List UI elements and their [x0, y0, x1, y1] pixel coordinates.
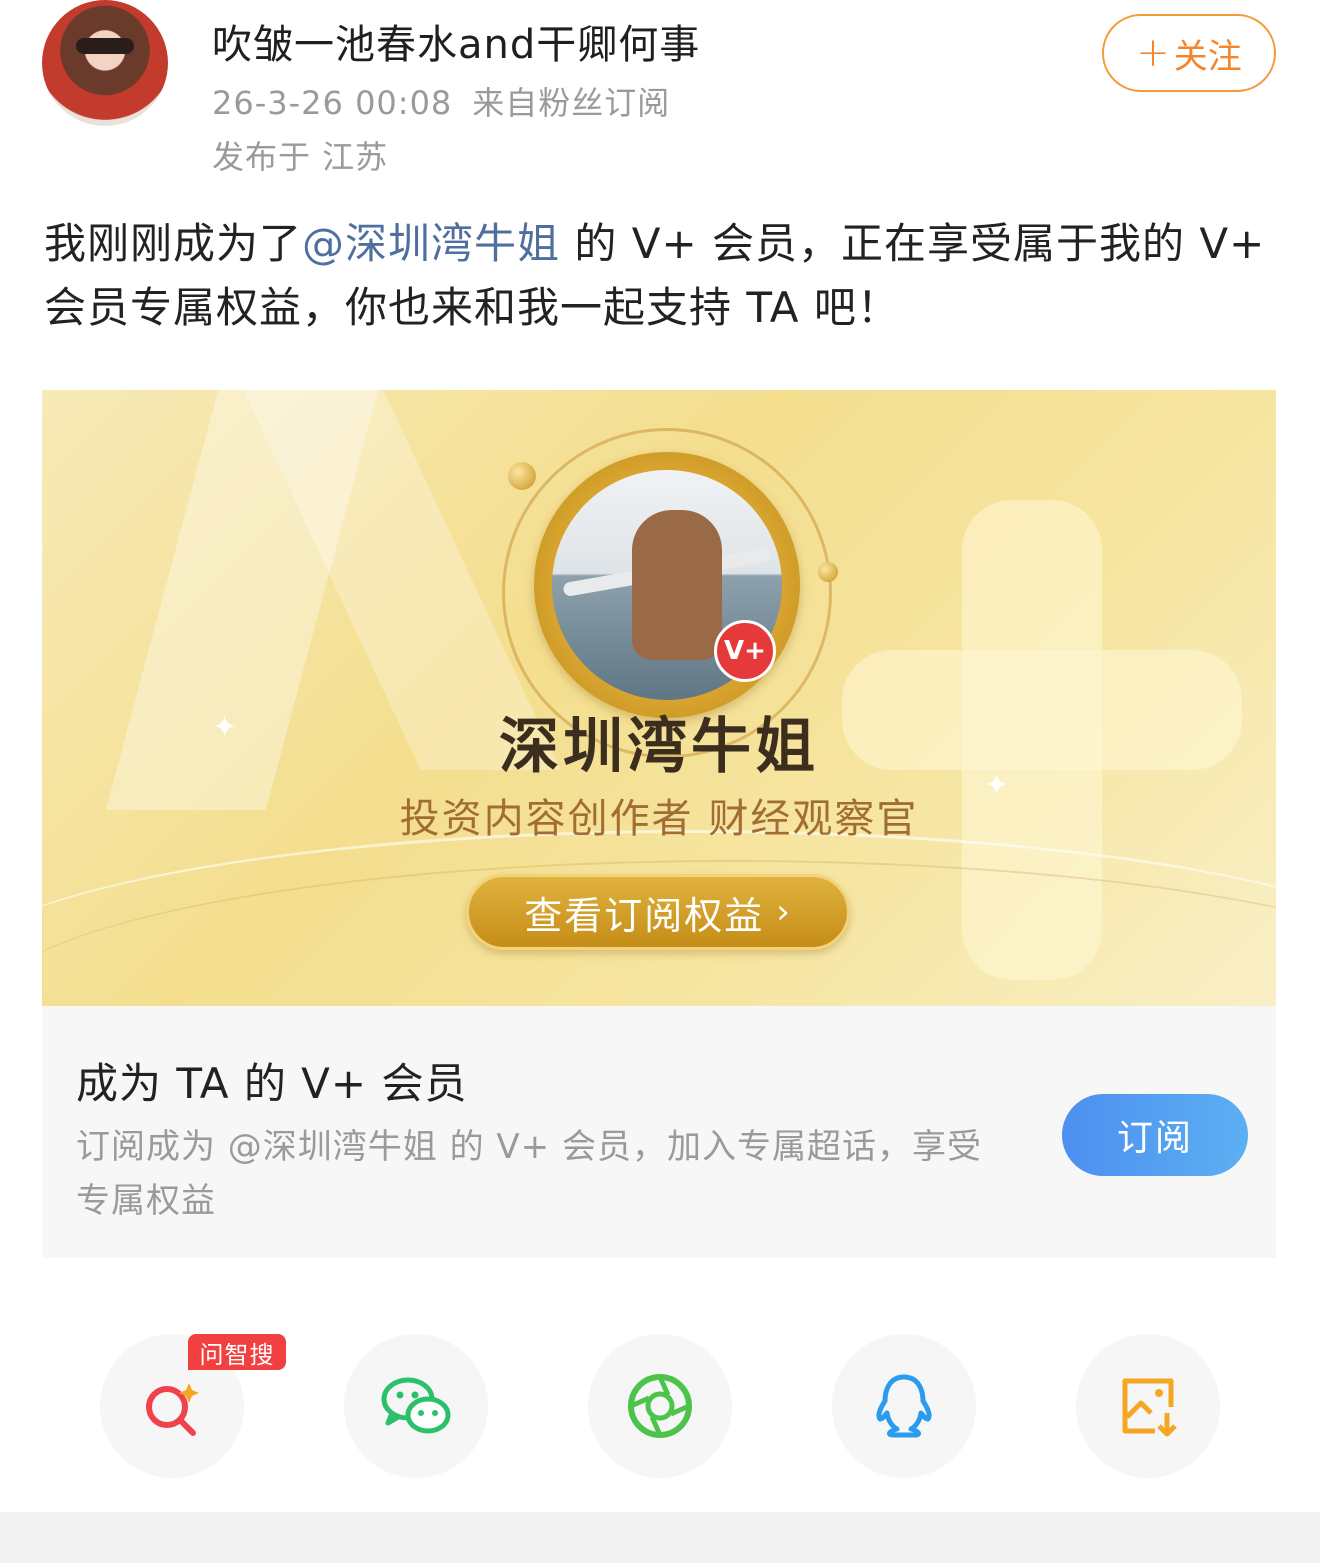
share-wechat[interactable] — [344, 1334, 488, 1478]
ai-search-badge: 问智搜 — [188, 1334, 286, 1370]
gold-orb-decor — [508, 462, 536, 490]
photo-figure — [632, 510, 722, 660]
subscribe-button[interactable]: 订阅 — [1062, 1094, 1248, 1176]
plus-icon: + — [1136, 30, 1170, 76]
vplus-card-info[interactable]: 成为 TA 的 V+ 会员 订阅成为 @深圳湾牛姐 的 V+ 会员，加入专属超话… — [42, 1006, 1276, 1258]
creator-name: 深圳湾牛姐 — [499, 712, 819, 782]
post-source: 来自粉丝订阅 — [472, 84, 671, 122]
chevron-right-icon: › — [776, 892, 792, 932]
card-title: 成为 TA 的 V+ 会员 — [76, 1059, 468, 1108]
user-avatar[interactable] — [42, 0, 168, 126]
mention-link[interactable]: @深圳湾牛姐 — [302, 219, 560, 268]
gold-orb-decor — [818, 562, 838, 582]
share-moments[interactable] — [588, 1334, 732, 1478]
username[interactable]: 吹皱一池春水and干卿何事 — [212, 12, 700, 70]
post-timestamp: 26-3-26 00:08 — [212, 84, 453, 122]
wechat-icon — [381, 1377, 451, 1434]
vplus-banner[interactable]: ✦ ✦ V+ 深圳湾牛姐 投资内容创作者 财经观察官 查看订阅权益 › — [42, 390, 1276, 1006]
follow-button[interactable]: + 关注 — [1102, 14, 1276, 92]
post-meta: 26-3-26 00:08 来自粉丝订阅 — [212, 78, 670, 124]
avatar-sunglasses — [76, 38, 134, 54]
post-text-before: 我刚刚成为了 — [44, 219, 303, 268]
qq-icon — [876, 1374, 932, 1438]
ai-search-icon — [146, 1383, 199, 1436]
share-save-image[interactable] — [1076, 1334, 1220, 1478]
creator-tags: 投资内容创作者 财经观察官 — [399, 796, 919, 842]
save-image-icon — [1122, 1378, 1177, 1437]
bottom-bar — [0, 1512, 1320, 1563]
view-benefits-label: 查看订阅权益 — [524, 893, 765, 938]
view-benefits-button[interactable]: 查看订阅权益 › — [466, 874, 850, 950]
share-qq[interactable] — [832, 1334, 976, 1478]
moments-icon — [628, 1374, 692, 1438]
vplus-badge-icon: V+ — [714, 620, 776, 682]
follow-label: 关注 — [1173, 36, 1242, 77]
post-location: 发布于 江苏 — [212, 138, 389, 176]
post-text: 我刚刚成为了@深圳湾牛姐 的 V+ 会员，正在享受属于我的 V+ 会员专属权益，… — [44, 212, 1284, 340]
card-description: 订阅成为 @深圳湾牛姐 的 V+ 会员，加入专属超话，享受专属权益 — [76, 1127, 982, 1221]
